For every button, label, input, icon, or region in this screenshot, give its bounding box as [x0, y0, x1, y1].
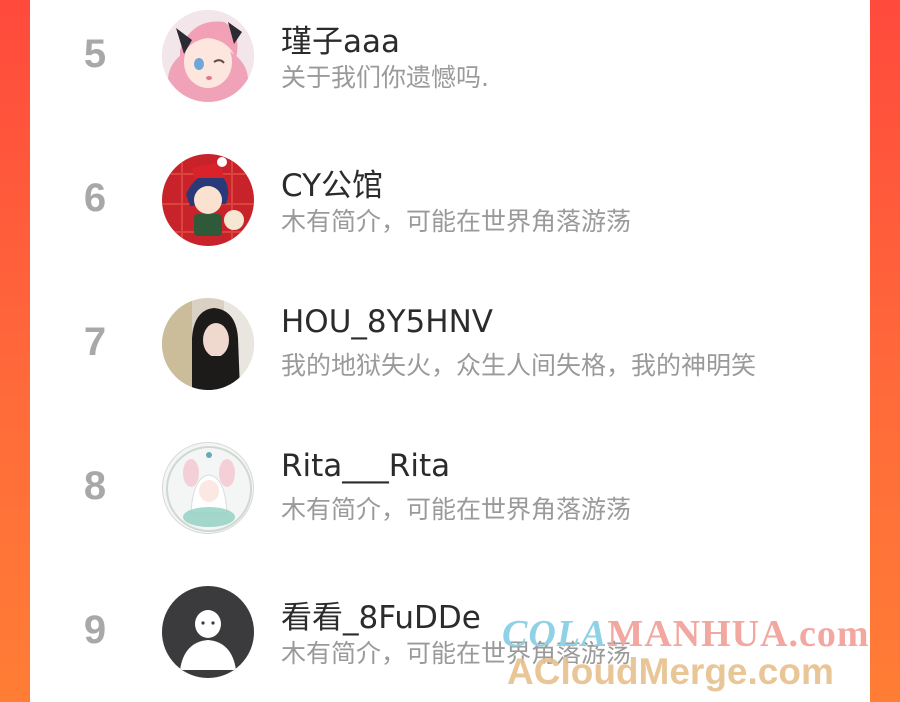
list-item[interactable]: 6 CY公馆 木有简介，可能在世界角落游荡: [30, 144, 870, 254]
watermark-line-1: COLAMANHUA.com: [502, 613, 870, 655]
user-name[interactable]: 瑾子aaa: [281, 16, 400, 61]
user-name[interactable]: 看看_8FuDDe: [281, 592, 481, 637]
rank-number: 5: [83, 32, 107, 76]
user-bio: 木有简介，可能在世界角落游荡: [281, 495, 632, 524]
list-item[interactable]: 8 Rita___Rita 木有简介，可能在世界角落游荡: [30, 432, 870, 542]
watermark-line-2: ACloudMerge.com: [507, 651, 834, 692]
anime-girl-white-hair-avatar-icon[interactable]: [162, 442, 254, 534]
anime-girl-pink-hair-avatar-icon[interactable]: [162, 10, 254, 102]
user-name[interactable]: Rita___Rita: [281, 448, 450, 484]
user-name[interactable]: CY公馆: [281, 160, 383, 205]
anime-boy-santa-avatar-icon[interactable]: [162, 154, 254, 246]
default-user-avatar-icon[interactable]: [162, 586, 254, 678]
user-bio: 木有简介，可能在世界角落游荡: [281, 207, 632, 236]
list-item[interactable]: 7 HOU_8Y5HNV 我的地狱失火，众生人间失格，我的神明笑: [30, 288, 870, 398]
rank-number: 7: [83, 320, 107, 364]
rank-number: 9: [83, 608, 107, 652]
rank-number: 8: [83, 464, 107, 508]
user-bio: 关于我们你遗憾吗.: [281, 63, 489, 92]
user-bio: 我的地狱失火，众生人间失格，我的神明笑: [281, 351, 757, 380]
girl-photo-avatar-icon[interactable]: [162, 298, 254, 390]
user-name[interactable]: HOU_8Y5HNV: [281, 304, 493, 340]
rank-number: 6: [83, 176, 107, 220]
list-item[interactable]: 5 瑾子aaa 关于我们你遗憾吗.: [30, 0, 870, 110]
ranking-list-panel: 5 瑾子aaa 关于我们你遗憾吗. 6 CY公馆 木有简介，可能在世界角落游荡 …: [30, 0, 870, 702]
